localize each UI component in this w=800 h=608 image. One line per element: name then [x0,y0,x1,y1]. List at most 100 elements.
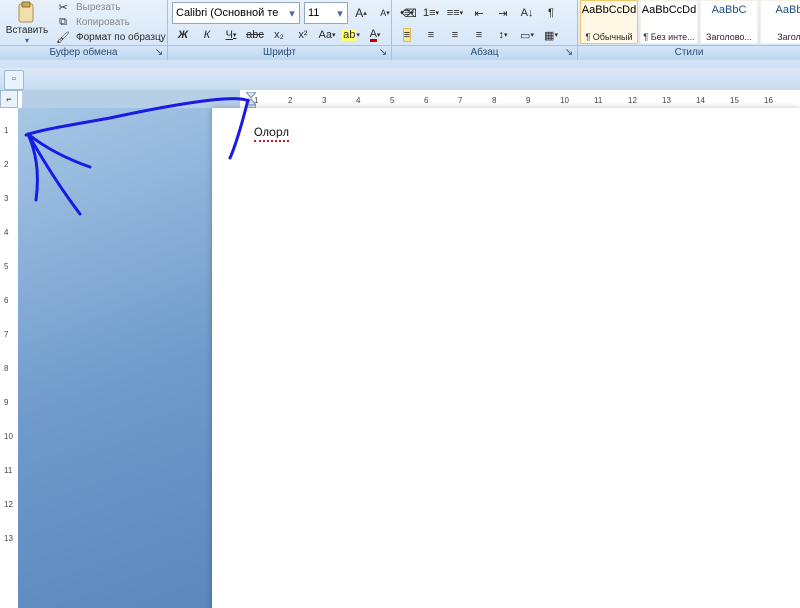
format-painter-button[interactable]: 🖌 [52,30,74,46]
highlight-button[interactable]: ab▾ [340,24,362,46]
superscript-button[interactable]: x² [292,24,314,46]
vruler-tick: 7 [4,330,8,339]
hruler-tick: 5 [390,96,394,105]
change-case-button[interactable]: Aa▾ [316,24,338,46]
justify-icon: ≡ [476,29,482,41]
line-spacing-button[interactable]: ↕▾ [492,24,514,46]
horizontal-ruler[interactable]: 12345678910111213141516 [240,90,800,109]
align-right-icon: ≡ [452,29,458,41]
hruler-tick: 4 [356,96,360,105]
align-center-button[interactable]: ≡ [420,24,442,46]
outdent-icon: ⇤ [474,7,483,20]
style-card-3[interactable]: AaBb Загол [760,0,800,44]
align-right-button[interactable]: ≡ [444,24,466,46]
font-size-combo[interactable]: ▾ [304,2,348,24]
borders-button[interactable]: ▦▾ [540,24,562,46]
highlight-icon: ab [342,29,356,41]
italic-button[interactable]: К [196,24,218,46]
paste-dropdown-icon[interactable]: ▾ [25,36,29,45]
grow-font-icon: A [355,6,363,20]
tab-selector[interactable]: ⌐ [0,90,18,108]
style-gallery[interactable]: AaBbCcDd¶ ОбычныйAaBbCcDd¶ Без инте...Aa… [580,0,800,44]
multilevel-button[interactable]: ≡≡▾ [444,2,466,24]
strikethrough-button[interactable]: abc [244,24,266,46]
vruler-tick: 9 [4,398,8,407]
font-size-input[interactable] [305,7,333,19]
style-name: Заголово... [706,32,752,42]
format-painter-label: Формат по образцу [76,32,166,43]
show-marks-button[interactable]: ¶ [540,2,562,24]
style-preview: AaBb [776,3,800,17]
group-paragraph: •≡▾ 1≡▾ ≡≡▾ ⇤ ⇥ A↓ ¶ ≡ ≡ ≡ ≡ ↕▾ ▭▾ ▦▾ Аб… [392,0,578,60]
numbering-icon: 1≡ [423,7,436,19]
paste-label: Вставить [6,25,48,36]
style-name: Загол [777,32,800,42]
style-name: ¶ Обычный [585,32,632,42]
hruler-tick: 16 [764,96,773,105]
bullets-button[interactable]: •≡▾ [396,2,418,24]
paste-icon [15,1,39,25]
hruler-tick: 15 [730,96,739,105]
hruler-tick: 1 [254,96,258,105]
hruler-tick: 10 [560,96,569,105]
style-card-2[interactable]: AaBbCЗаголово... [700,0,758,44]
group-label-clipboard: Буфер обмена↘ [0,45,167,60]
copy-icon: ⧉ [59,16,67,29]
increase-indent-button[interactable]: ⇥ [492,2,514,24]
font-color-button[interactable]: A▾ [364,24,386,46]
hruler-tick: 11 [594,96,602,105]
font-launcher[interactable]: ↘ [377,47,389,59]
font-family-combo[interactable]: ▾ [172,2,300,24]
shading-icon: ▭ [520,29,530,42]
cut-button[interactable]: ✂ [52,0,74,16]
align-left-button[interactable]: ≡ [396,24,418,46]
hruler-tick: 9 [526,96,530,105]
grow-font-button[interactable]: A▴ [350,2,372,24]
align-center-icon: ≡ [428,29,434,41]
vruler-tick: 6 [4,296,8,305]
hruler-tick: 12 [628,96,637,105]
justify-button[interactable]: ≡ [468,24,490,46]
hruler-tick: 6 [424,96,428,105]
below-ribbon-strip: ▫ [0,68,800,91]
style-card-0[interactable]: AaBbCcDd¶ Обычный [580,0,638,44]
subscript-button[interactable]: x₂ [268,24,290,46]
group-font: ▾ ▾ A▴ A▾ ⌫ Ж К Ч▾ abc x₂ x² Aa▾ ab▾ A▾ … [168,0,392,60]
decrease-indent-button[interactable]: ⇤ [468,2,490,24]
paragraph-launcher[interactable]: ↘ [563,47,575,59]
align-left-icon: ≡ [403,28,411,42]
style-preview: AaBbCcDd [642,3,696,17]
multilevel-icon: ≡≡ [447,7,460,19]
chevron-down-icon[interactable]: ▾ [333,7,347,20]
clipboard-launcher[interactable]: ↘ [153,47,165,59]
paste-button[interactable]: Вставить ▾ [2,0,52,46]
group-label-font: Шрифт↘ [168,45,391,60]
document-text[interactable]: Олорл [254,125,289,140]
hruler-tick: 13 [662,96,671,105]
vruler-tick: 13 [4,534,13,543]
numbering-button[interactable]: 1≡▾ [420,2,442,24]
pilcrow-icon: ¶ [548,7,554,19]
underline-button[interactable]: Ч▾ [220,24,242,46]
document-page[interactable] [212,108,800,608]
style-card-1[interactable]: AaBbCcDd¶ Без инте... [640,0,698,44]
copy-button[interactable]: ⧉ [52,15,74,31]
sort-button[interactable]: A↓ [516,2,538,24]
bold-button[interactable]: Ж [172,24,194,46]
chevron-down-icon[interactable]: ▾ [285,7,299,20]
vruler-tick: 3 [4,194,8,203]
sort-icon: A↓ [521,7,534,19]
vruler-tick: 5 [4,262,8,271]
vertical-ruler[interactable]: 12345678910111213 [0,108,19,608]
ribbon: Вставить ▾ ✂ Вырезать ⧉ Копировать 🖌 Фор… [0,0,800,69]
vruler-tick: 4 [4,228,8,237]
borders-icon: ▦ [544,29,554,42]
scissors-icon: ✂ [58,1,67,14]
shading-button[interactable]: ▭▾ [516,24,538,46]
vruler-tick: 2 [4,160,8,169]
font-color-icon: A [370,29,377,42]
hruler-tick: 2 [288,96,292,105]
new-doc-button[interactable]: ▫ [4,70,24,90]
vruler-tick: 10 [4,432,13,441]
font-family-input[interactable] [173,7,285,19]
